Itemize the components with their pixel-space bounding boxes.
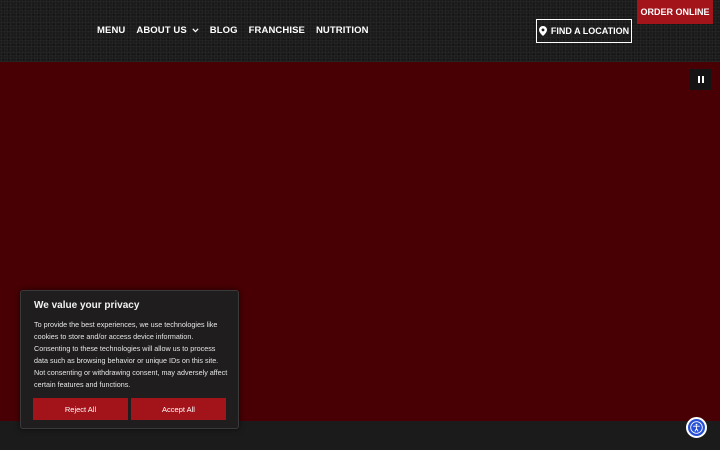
map-pin-icon <box>538 26 547 36</box>
accept-all-button[interactable]: Accept All <box>131 398 226 420</box>
main-nav: MENU ABOUT US BLOG FRANCHISE NUTRITION <box>97 25 380 36</box>
pause-icon <box>697 76 705 83</box>
cookie-description: To provide the best experiences, we use … <box>34 320 228 389</box>
nav-about-us-label: ABOUT US <box>136 25 187 36</box>
order-online-button[interactable]: ORDER ONLINE <box>637 0 713 24</box>
nav-franchise[interactable]: FRANCHISE <box>249 25 305 36</box>
cookie-title: We value your privacy <box>34 300 140 311</box>
accessibility-button[interactable] <box>686 417 707 438</box>
nav-about-us[interactable]: ABOUT US <box>136 25 199 36</box>
site-header: MENU ABOUT US BLOG FRANCHISE NUTRITION F… <box>0 0 720 62</box>
cookie-consent-banner: We value your privacy To provide the bes… <box>20 290 239 429</box>
nav-menu-label: MENU <box>97 25 126 36</box>
nav-nutrition-label: NUTRITION <box>315 25 369 36</box>
nav-franchise-label: FRANCHISE <box>248 25 305 36</box>
pause-button[interactable] <box>690 69 711 90</box>
nav-menu[interactable]: MENU <box>97 25 125 36</box>
nav-blog[interactable]: BLOG <box>210 25 238 36</box>
find-location-button[interactable]: FIND A LOCATION <box>536 19 632 43</box>
nav-blog-label: BLOG <box>209 25 238 36</box>
order-online-label: ORDER ONLINE <box>640 7 710 17</box>
reject-all-button[interactable]: Reject All <box>33 398 128 420</box>
chevron-down-icon <box>192 28 199 33</box>
nav-nutrition[interactable]: NUTRITION <box>316 25 369 36</box>
find-location-label: FIND A LOCATION <box>550 26 630 36</box>
accessibility-icon <box>690 421 703 434</box>
